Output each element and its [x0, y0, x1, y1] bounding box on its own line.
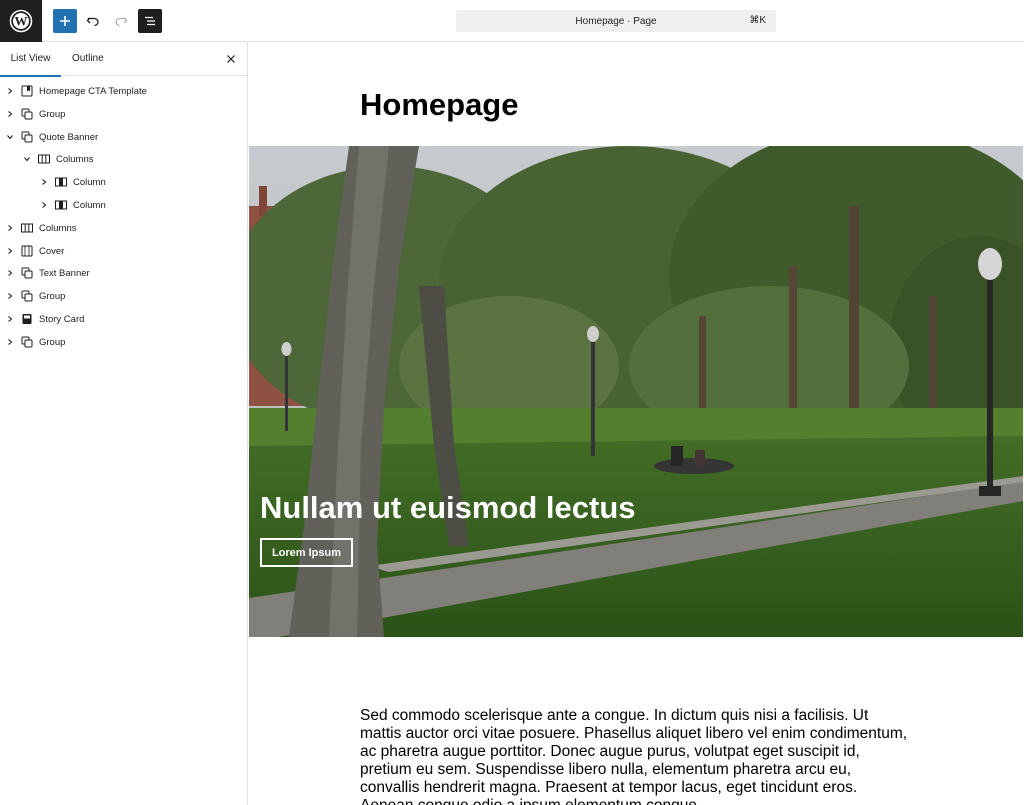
list-view-item-label: Cover: [39, 245, 65, 257]
chevron-right-icon[interactable]: [6, 224, 14, 232]
list-view-item[interactable]: Column: [0, 194, 247, 217]
undo-icon: [86, 17, 99, 27]
document-title: Homepage · Page: [575, 15, 657, 27]
chevron-right-icon[interactable]: [6, 110, 14, 118]
list-view-item-label: Story Card: [39, 313, 85, 325]
redo-button[interactable]: [109, 9, 133, 33]
list-view-item[interactable]: Homepage CTA Template: [0, 80, 247, 103]
block-tree: Homepage CTA Template Group Quote Banner Co…: [0, 80, 247, 354]
group-icon: [21, 267, 33, 279]
list-view-item-label: Group: [39, 108, 66, 120]
list-view-item[interactable]: Group: [0, 103, 247, 126]
group-icon: [21, 108, 33, 120]
redo-icon: [115, 17, 128, 27]
body-paragraph[interactable]: Sed commodo scelerisque ante a congue. I…: [360, 707, 910, 805]
chevron-right-icon[interactable]: [6, 315, 14, 323]
command-palette-button[interactable]: Homepage · Page ⌘K: [456, 10, 776, 32]
chevron-right-icon[interactable]: [6, 87, 14, 95]
add-block-button[interactable]: [53, 9, 77, 33]
list-view-item-label: Column: [73, 199, 106, 211]
undo-button[interactable]: [81, 9, 105, 33]
list-view-toggle-button[interactable]: [138, 9, 162, 33]
page-title[interactable]: Homepage: [360, 87, 518, 123]
list-view-item[interactable]: Cover: [0, 240, 247, 263]
columns-icon: [38, 153, 50, 165]
list-view-item[interactable]: Group: [0, 331, 247, 354]
chevron-right-icon[interactable]: [40, 178, 48, 186]
svg-text:W: W: [15, 14, 28, 29]
close-icon: [227, 55, 235, 63]
plus-icon: [60, 16, 70, 26]
list-view-item[interactable]: Columns: [0, 148, 247, 171]
wordpress-logo-button[interactable]: W: [0, 0, 42, 42]
chevron-right-icon[interactable]: [6, 292, 14, 300]
list-view-item-label: Column: [73, 177, 106, 189]
cover-cta-button[interactable]: Lorem Ipsum: [260, 538, 353, 567]
cover-icon: [21, 245, 33, 257]
group-icon: [21, 290, 33, 302]
cover-block[interactable]: Nullam ut euismod lectus Lorem Ipsum: [249, 146, 1023, 637]
columns-icon: [21, 222, 33, 234]
wordpress-logo-icon: W: [9, 9, 33, 33]
list-view-item[interactable]: Columns: [0, 217, 247, 240]
command-shortcut: ⌘K: [749, 15, 766, 26]
column-icon: [55, 176, 67, 188]
tab-outline[interactable]: Outline: [72, 42, 104, 76]
cover-heading[interactable]: Nullam ut euismod lectus: [260, 490, 636, 526]
list-view-item-label: Text Banner: [39, 268, 90, 280]
group-icon: [21, 131, 33, 143]
list-view-item-label: Columns: [56, 154, 94, 166]
tab-list-view[interactable]: List View: [0, 42, 61, 77]
list-view-item-label: Group: [39, 291, 66, 303]
editor-canvas: Homepage Nullam ut euismod lectus Lorem …: [249, 43, 1024, 805]
list-view-sidebar: List View Outline Homepage CTA Template G…: [0, 42, 248, 805]
chevron-right-icon[interactable]: [6, 269, 14, 277]
template-part-icon: [21, 85, 33, 97]
close-sidebar-button[interactable]: [224, 52, 238, 66]
group-icon: [21, 336, 33, 348]
list-view-item[interactable]: Story Card: [0, 308, 247, 331]
list-view-item[interactable]: Quote Banner: [0, 126, 247, 149]
park-photo: [249, 146, 1023, 637]
story-card-icon: [21, 313, 33, 325]
chevron-right-icon[interactable]: [6, 247, 14, 255]
list-view-item[interactable]: Group: [0, 285, 247, 308]
sidebar-tabs: List View Outline: [0, 42, 247, 77]
chevron-down-icon[interactable]: [23, 155, 31, 163]
list-view-item[interactable]: Column: [0, 171, 247, 194]
list-view-item-label: Quote Banner: [39, 131, 99, 143]
list-view-item-label: Group: [39, 336, 66, 348]
top-toolbar: W Homepage · Page ⌘K: [0, 0, 1024, 42]
chevron-right-icon[interactable]: [40, 201, 48, 209]
column-icon: [55, 199, 67, 211]
list-view-item-label: Homepage CTA Template: [39, 86, 147, 97]
list-view-item[interactable]: Text Banner: [0, 262, 247, 285]
chevron-right-icon[interactable]: [6, 338, 14, 346]
chevron-down-icon[interactable]: [6, 133, 14, 141]
list-view-icon: [145, 16, 155, 26]
list-view-item-label: Columns: [39, 222, 77, 234]
